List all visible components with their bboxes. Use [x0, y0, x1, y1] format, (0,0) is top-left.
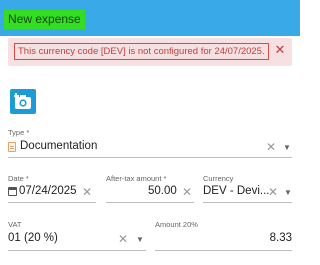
calendar-icon — [8, 187, 17, 196]
close-alert-icon[interactable]: ✕ — [272, 41, 288, 59]
amount-20-input[interactable]: 8.33 — [270, 232, 292, 244]
amount-20-underline — [155, 250, 292, 251]
vat-underline — [8, 250, 146, 251]
camera-icon — [14, 93, 31, 109]
clear-currency-icon[interactable]: ✕ — [268, 186, 278, 198]
page-title: New expense — [4, 10, 85, 29]
currency-dropdown-icon[interactable]: ▼ — [284, 188, 292, 198]
amount-underline — [106, 202, 194, 203]
type-dropdown-icon[interactable]: ▼ — [283, 143, 291, 153]
date-input[interactable]: 07/24/2025 — [19, 185, 77, 197]
alert-message: This currency code [DEV] is not configur… — [14, 43, 269, 60]
clear-amount-icon[interactable]: ✕ — [182, 186, 192, 198]
amount-20-label: Amount 20% — [155, 220, 198, 229]
after-tax-amount-input[interactable]: 50.00 — [148, 185, 177, 197]
add-photo-button[interactable] — [10, 89, 36, 114]
currency-select[interactable]: DEV - Devi... — [203, 185, 269, 197]
type-label: Type * — [8, 128, 30, 137]
clear-type-icon[interactable]: ✕ — [266, 141, 276, 153]
date-underline — [8, 202, 96, 203]
date-label: Date * — [8, 174, 29, 183]
type-select[interactable]: Documentation — [20, 140, 97, 152]
currency-underline — [203, 202, 292, 203]
type-underline — [8, 157, 292, 158]
clear-date-icon[interactable]: ✕ — [82, 186, 92, 198]
vat-label: VAT — [8, 220, 22, 229]
after-tax-amount-label: After-tax amount * — [106, 174, 167, 183]
document-icon — [8, 142, 16, 152]
clear-vat-icon[interactable]: ✕ — [118, 233, 128, 245]
vat-dropdown-icon[interactable]: ▼ — [136, 235, 144, 245]
error-alert: This currency code [DEV] is not configur… — [8, 38, 292, 66]
vat-select[interactable]: 01 (20 %) — [8, 232, 58, 244]
currency-label: Currency — [203, 174, 234, 183]
app-header: New expense — [0, 0, 300, 36]
